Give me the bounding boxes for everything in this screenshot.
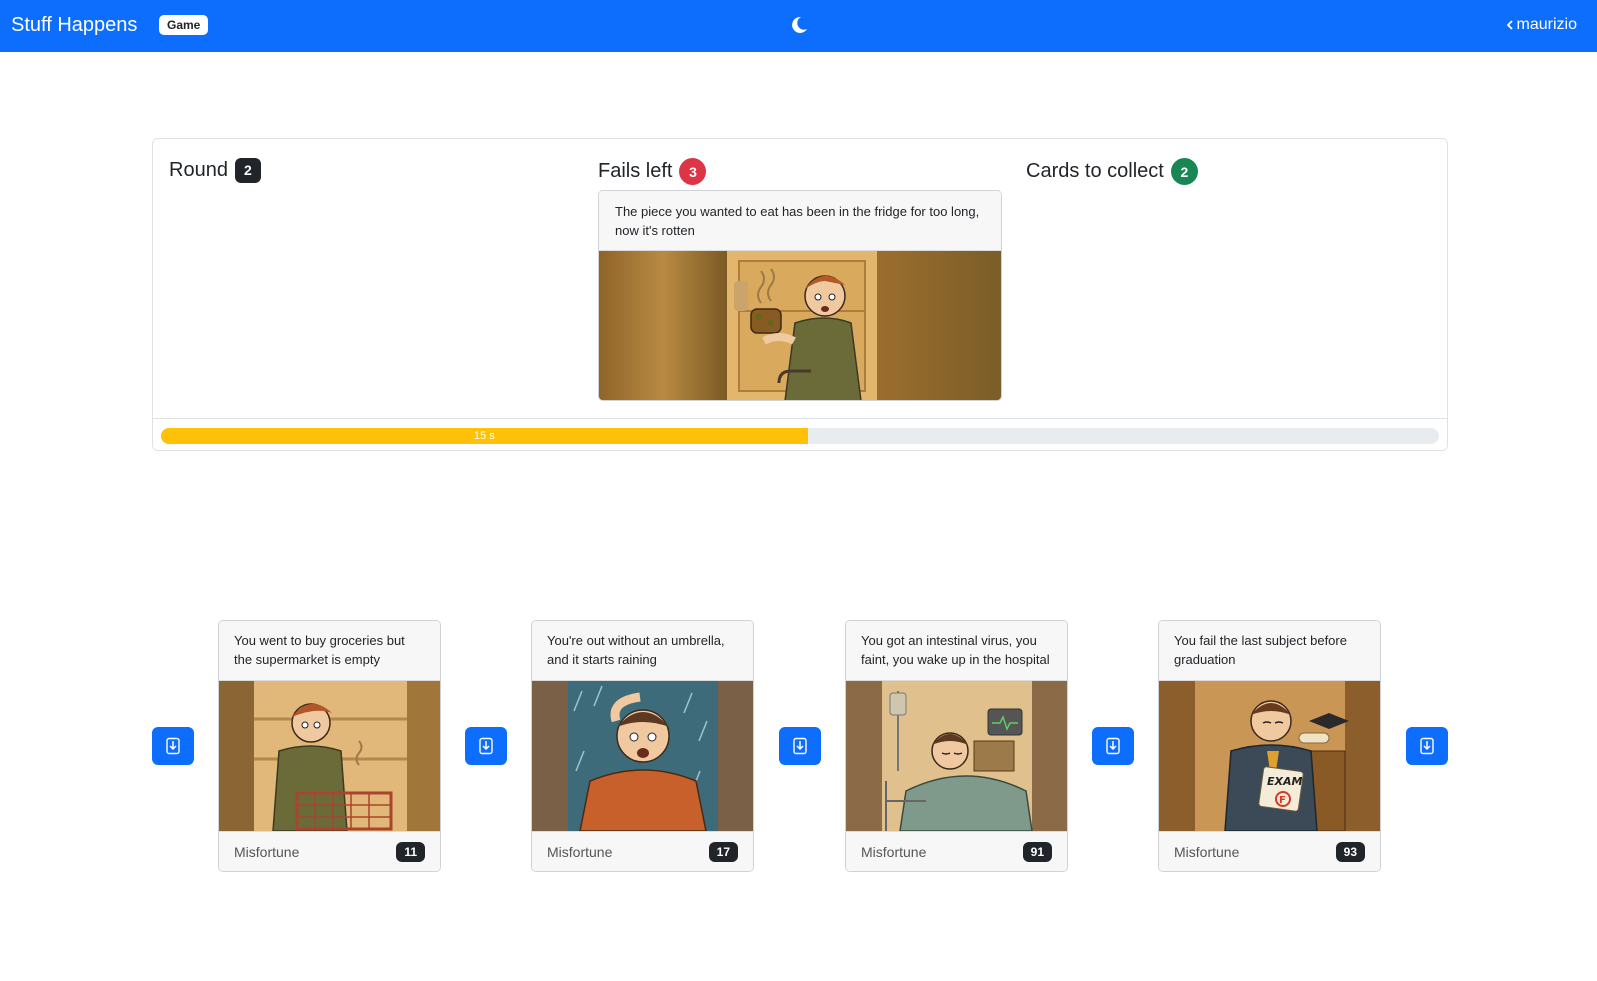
current-card-text: The piece you wanted to eat has been in … xyxy=(599,191,1001,251)
hand-card-text: You fail the last subject before graduat… xyxy=(1159,621,1380,681)
hand-card: You went to buy groceries but the superm… xyxy=(218,620,441,872)
cards-to-collect-indicator: Cards to collect 2 xyxy=(1026,158,1198,185)
player-hand: You went to buy groceries but the superm… xyxy=(152,620,1448,873)
hand-card-footer: Misfortune 91 xyxy=(846,831,1067,871)
insert-down-icon xyxy=(479,737,493,755)
timer-label: 15 s xyxy=(473,430,495,442)
hand-card-footer: Misfortune 11 xyxy=(219,831,440,871)
timer-progress-fill: 15 s xyxy=(161,428,808,444)
top-navbar: Stuff Happens Game maurizio xyxy=(0,0,1597,52)
hand-card-illustration xyxy=(532,681,753,831)
game-mode-badge: Game xyxy=(159,15,209,35)
insert-slot-button-4[interactable] xyxy=(1406,727,1448,765)
hand-card-illustration xyxy=(219,681,440,831)
hand-card-category: Misfortune xyxy=(547,844,613,860)
insert-down-icon xyxy=(166,737,180,755)
hand-card-category: Misfortune xyxy=(234,844,300,860)
hand-card: You got an intestinal virus, you faint, … xyxy=(845,620,1068,872)
hand-card-illustration xyxy=(846,681,1067,831)
user-menu-link[interactable]: maurizio xyxy=(1506,16,1577,34)
insert-down-icon xyxy=(793,737,807,755)
game-status-body: Round 2 Fails left 3 Cards to collect 2 … xyxy=(153,139,1447,419)
hand-card-text: You're out without an umbrella, and it s… xyxy=(532,621,753,681)
fails-left-indicator: Fails left 3 xyxy=(598,158,707,185)
hand-card-category: Misfortune xyxy=(861,844,927,860)
insert-slot-button-2[interactable] xyxy=(779,727,821,765)
hand-card: You fail the last subject before graduat… xyxy=(1158,620,1381,872)
cards-to-collect-badge: 2 xyxy=(1170,158,1198,185)
misfortune-index-badge: 93 xyxy=(1335,842,1365,862)
insert-down-icon xyxy=(1420,737,1434,755)
misfortune-index-badge: 17 xyxy=(708,842,738,862)
hand-card-category: Misfortune xyxy=(1174,844,1240,860)
chevron-left-icon xyxy=(1506,20,1514,30)
insert-down-icon xyxy=(1106,737,1120,755)
game-status-panel: Round 2 Fails left 3 Cards to collect 2 … xyxy=(152,138,1448,451)
round-badge: 2 xyxy=(234,158,261,183)
hand-card-text: You got an intestinal virus, you faint, … xyxy=(846,621,1067,681)
fails-left-badge: 3 xyxy=(679,158,707,185)
insert-slot-button-0[interactable] xyxy=(152,727,194,765)
hand-card-illustration: EXAM F xyxy=(1159,681,1380,831)
hand-card: You're out without an umbrella, and it s… xyxy=(531,620,754,872)
current-card-illustration xyxy=(599,251,1001,400)
fails-left-label: Fails left xyxy=(598,160,673,182)
current-situation-card: The piece you wanted to eat has been in … xyxy=(598,190,1002,401)
insert-slot-button-3[interactable] xyxy=(1092,727,1134,765)
insert-slot-button-1[interactable] xyxy=(465,727,507,765)
hand-card-footer: Misfortune 93 xyxy=(1159,831,1380,871)
round-indicator: Round 2 xyxy=(169,158,261,183)
misfortune-index-badge: 91 xyxy=(1022,842,1052,862)
moon-icon[interactable] xyxy=(788,14,810,36)
hand-card-text: You went to buy groceries but the superm… xyxy=(219,621,440,681)
hand-card-footer: Misfortune 17 xyxy=(532,831,753,871)
svg-text:EXAM: EXAM xyxy=(1267,775,1303,788)
svg-text:F: F xyxy=(1279,795,1286,806)
timer-progress-bar: 15 s xyxy=(161,428,1439,444)
username: maurizio xyxy=(1516,16,1577,33)
misfortune-index-badge: 11 xyxy=(396,842,425,862)
round-label: Round xyxy=(169,159,228,181)
app-brand[interactable]: Stuff Happens xyxy=(11,14,137,37)
cards-to-collect-label: Cards to collect xyxy=(1026,160,1164,182)
